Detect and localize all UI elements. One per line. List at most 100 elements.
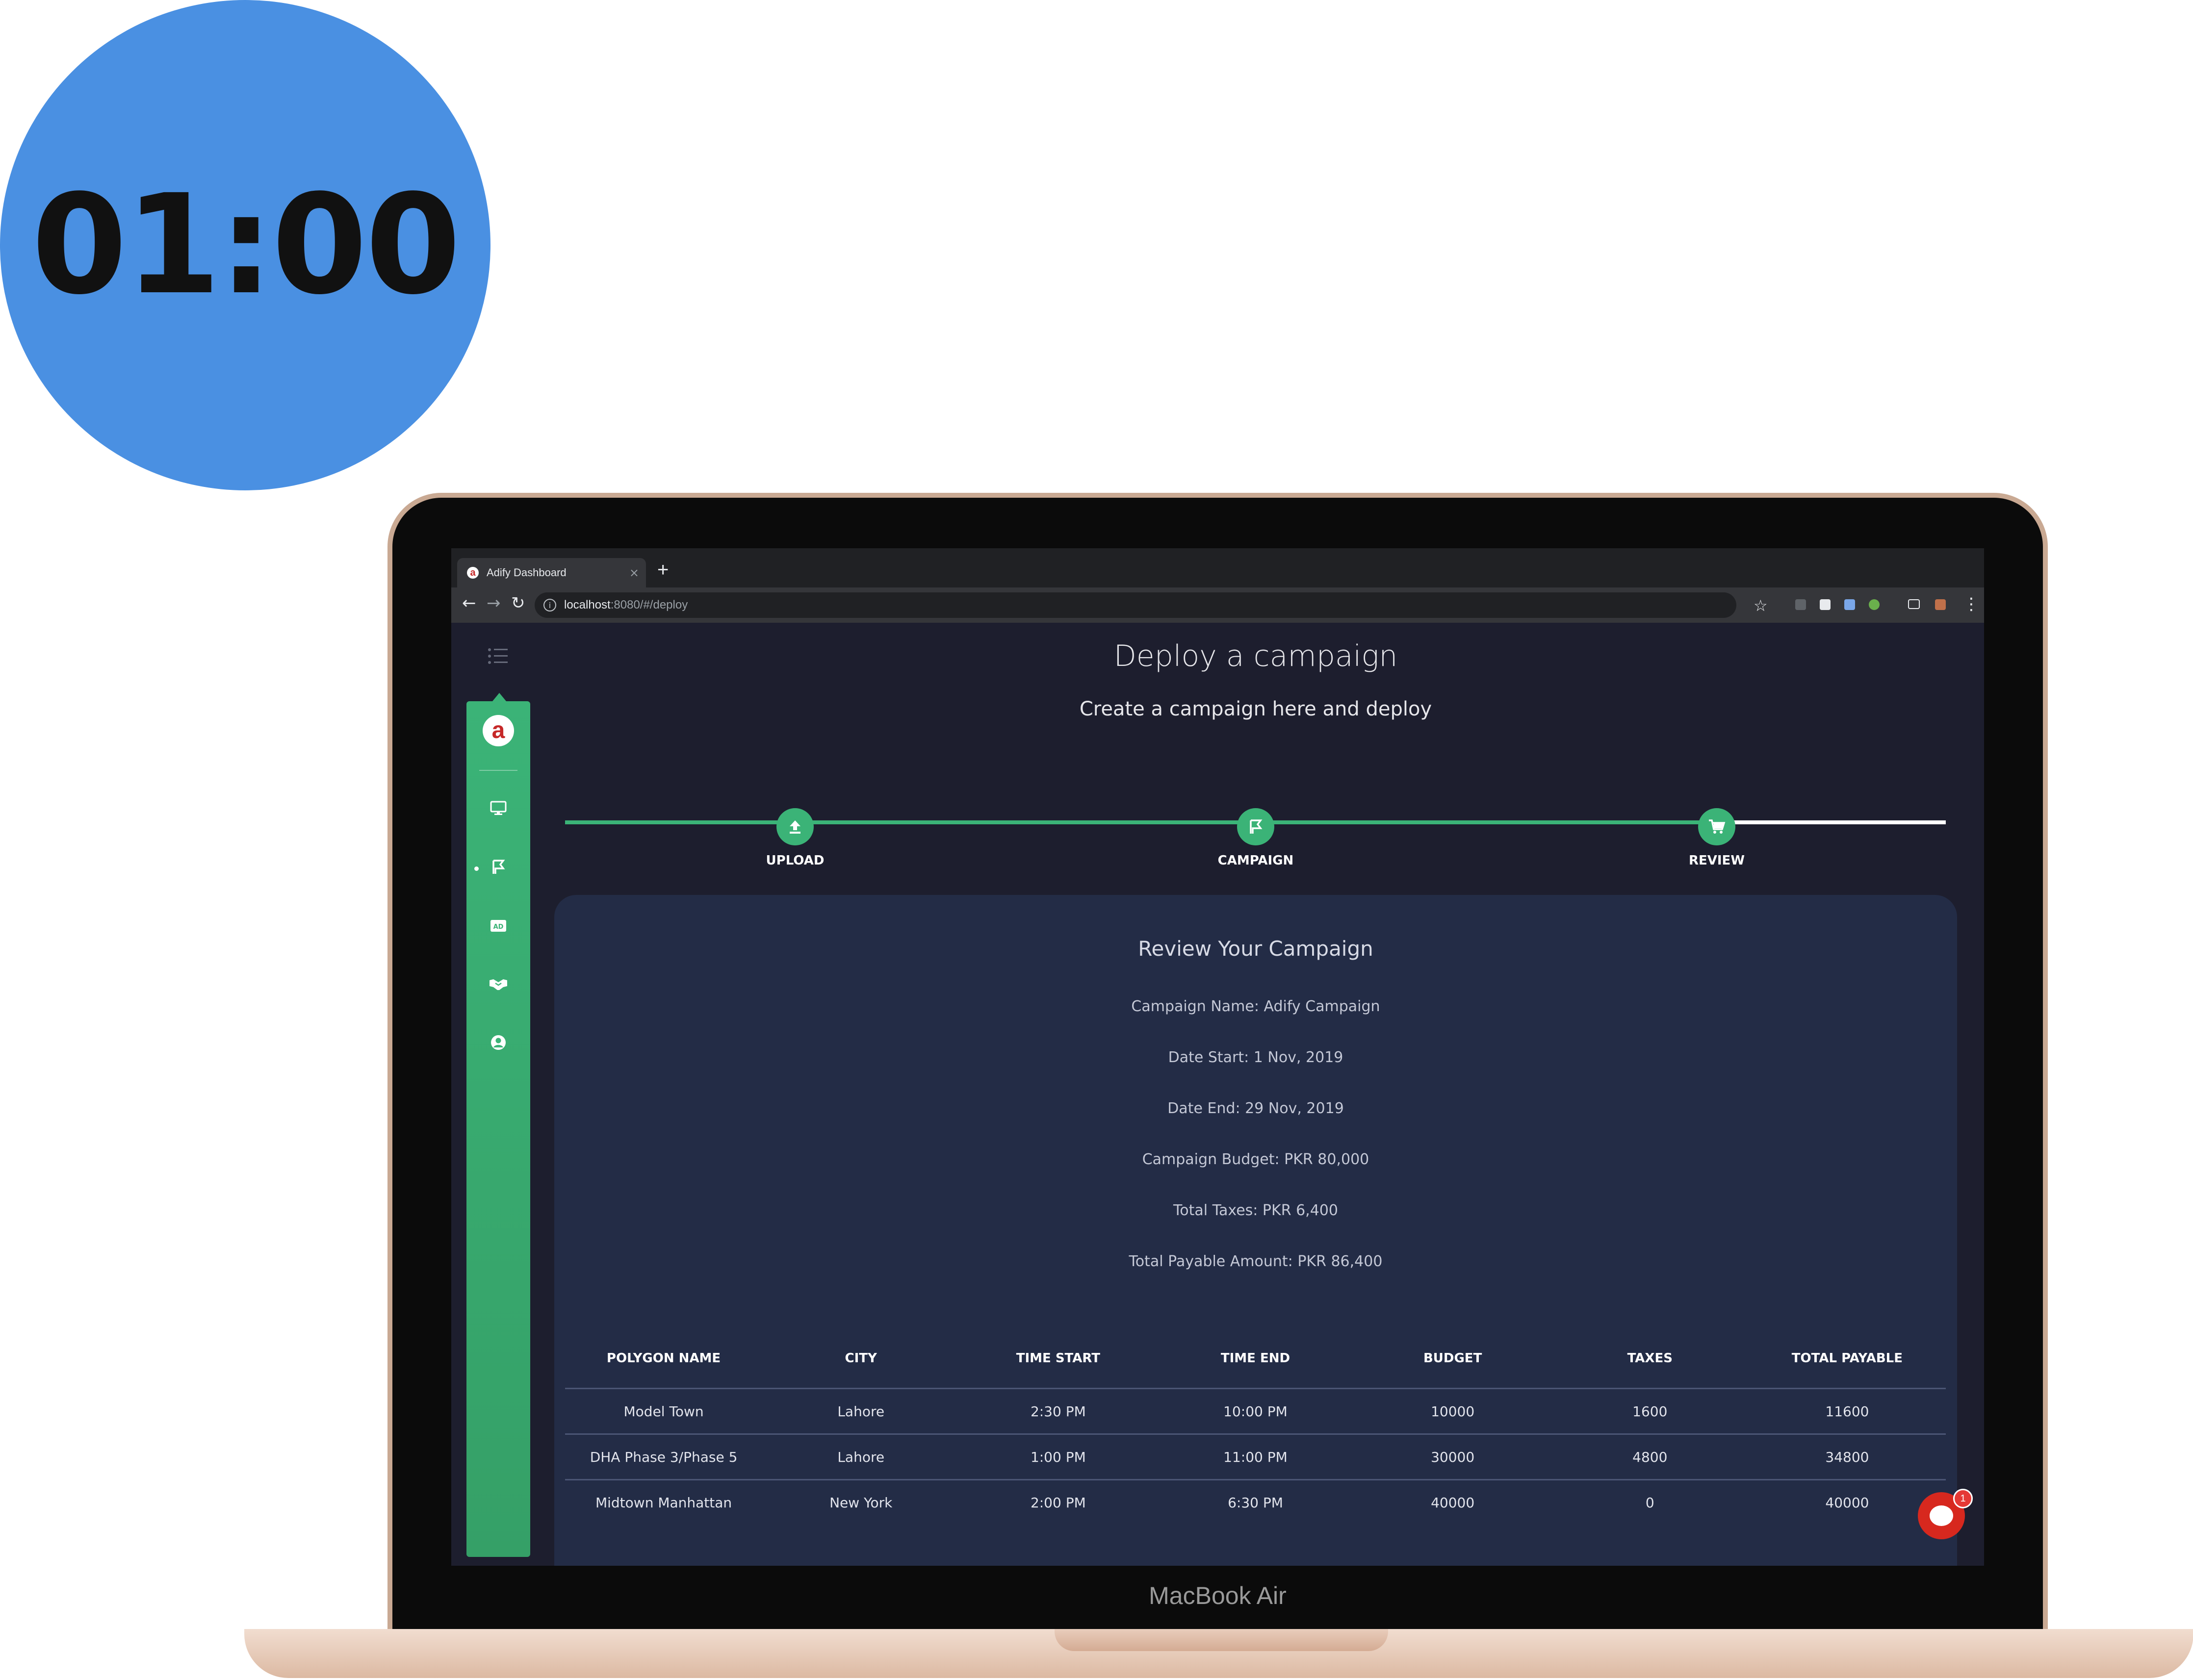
sidebar-divider	[479, 770, 517, 771]
table-cell: 11:00 PM	[1223, 1449, 1288, 1465]
main-content: Deploy a campaign Create a campaign here…	[549, 622, 1972, 1566]
table-cell: DHA Phase 3/Phase 5	[590, 1449, 738, 1465]
table-cell: 1600	[1632, 1403, 1668, 1420]
handshake-icon	[490, 979, 507, 990]
deploy-stepper: UPLOAD CAMPAIGN REVIEW	[565, 749, 1946, 868]
table-cell: 40000	[1431, 1494, 1475, 1511]
table-header: POLYGON NAME CITY TIME START TIME END BU…	[565, 1329, 1946, 1389]
table-cell: 10:00 PM	[1223, 1403, 1288, 1420]
flag-icon	[1250, 819, 1263, 834]
sidebar-item-profile[interactable]	[489, 1033, 508, 1052]
step-review[interactable]	[1698, 808, 1735, 845]
table-cell: Model Town	[623, 1403, 704, 1420]
menu-toggle-icon[interactable]	[488, 646, 508, 666]
timer-text: 01:00	[31, 165, 461, 325]
sidebar-item-partners[interactable]	[489, 974, 508, 993]
browser-toolbar: ← → ↻ i localhost:8080/#/deploy ☆ ⋮	[451, 587, 1984, 623]
review-title: Review Your Campaign	[1138, 937, 1373, 961]
active-indicator	[474, 866, 479, 871]
column-header: BUDGET	[1423, 1351, 1482, 1366]
detail-campaign-budget: Campaign Budget: PKR 80,000	[1142, 1151, 1369, 1168]
upload-icon	[790, 820, 800, 834]
table-cell: 0	[1645, 1494, 1654, 1511]
table-cell: 1:00 PM	[1030, 1449, 1086, 1465]
sidebar-caret	[492, 693, 506, 701]
browser-menu-icon[interactable]: ⋮	[1963, 594, 1980, 614]
table-row: Midtown Manhattan New York 2:00 PM 6:30 …	[565, 1480, 1946, 1525]
detail-campaign-name: Campaign Name: Adify Campaign	[1131, 998, 1380, 1015]
table-cell: 30000	[1431, 1449, 1475, 1465]
column-header: TIME END	[1220, 1351, 1290, 1366]
extension-icon[interactable]	[1844, 599, 1855, 610]
adify-logo[interactable]: a	[483, 715, 514, 746]
polygon-table: POLYGON NAME CITY TIME START TIME END BU…	[565, 1329, 1946, 1525]
column-header: POLYGON NAME	[606, 1351, 721, 1366]
table-cell: 34800	[1825, 1449, 1869, 1465]
chat-notification-badge: 1	[1953, 1489, 1973, 1508]
svg-text:AD: AD	[493, 923, 504, 931]
detail-total-payable: Total Payable Amount: PKR 86,400	[1129, 1253, 1383, 1270]
monitor-icon	[490, 801, 507, 815]
table-cell: 40000	[1825, 1494, 1869, 1511]
cart-icon	[1709, 819, 1726, 834]
column-header: CITY	[845, 1351, 877, 1366]
review-card: Review Your Campaign Campaign Name: Adif…	[554, 895, 1957, 1566]
column-header: TOTAL PAYABLE	[1791, 1351, 1903, 1366]
detail-total-taxes: Total Taxes: PKR 6,400	[1173, 1202, 1338, 1219]
browser-tabbar: a Adify Dashboard × +	[451, 548, 1984, 587]
bookmark-star-icon[interactable]: ☆	[1754, 596, 1768, 615]
table-cell: Lahore	[837, 1449, 885, 1465]
step-label-upload: UPLOAD	[766, 853, 825, 868]
stepper-remaining-line	[1718, 820, 1946, 824]
user-icon	[491, 1035, 506, 1050]
extension-icon[interactable]	[1795, 599, 1806, 610]
table-cell: 6:30 PM	[1228, 1494, 1283, 1511]
table-row: DHA Phase 3/Phase 5 Lahore 1:00 PM 11:00…	[565, 1435, 1946, 1480]
forward-arrow-icon[interactable]: →	[487, 593, 501, 613]
laptop-notch	[1055, 1629, 1388, 1651]
sidebar-item-campaign[interactable]	[489, 857, 508, 877]
extension-icon[interactable]	[1935, 599, 1946, 610]
extension-icon[interactable]	[1869, 599, 1880, 610]
table-cell: New York	[829, 1494, 893, 1511]
step-label-review: REVIEW	[1688, 853, 1745, 868]
stepper-progress-line	[565, 820, 1718, 824]
table-cell: 2:00 PM	[1030, 1494, 1086, 1511]
cast-icon[interactable]	[1908, 599, 1920, 609]
detail-date-end: Date End: 29 Nov, 2019	[1167, 1100, 1344, 1117]
timer-badge: 01:00	[0, 0, 490, 490]
ad-icon: AD	[490, 920, 506, 932]
extension-icon[interactable]	[1820, 599, 1831, 610]
step-upload[interactable]	[776, 808, 814, 845]
reload-icon[interactable]: ↻	[511, 593, 525, 613]
table-cell: 10000	[1431, 1403, 1475, 1420]
step-campaign[interactable]	[1237, 808, 1274, 845]
table-cell: 11600	[1825, 1403, 1869, 1420]
flag-icon	[492, 860, 505, 874]
table-cell: Lahore	[837, 1403, 885, 1420]
detail-date-start: Date Start: 1 Nov, 2019	[1168, 1049, 1343, 1066]
back-arrow-icon[interactable]: ←	[462, 593, 476, 613]
step-label-campaign: CAMPAIGN	[1217, 853, 1294, 868]
table-cell: 2:30 PM	[1030, 1403, 1086, 1420]
url-text: localhost:8080/#/deploy	[564, 598, 688, 611]
table-row: Model Town Lahore 2:30 PM 10:00 PM 10000…	[565, 1389, 1946, 1435]
device-brand: MacBook Air	[1149, 1582, 1287, 1609]
chat-bubble-icon	[1930, 1505, 1953, 1526]
table-cell: Midtown Manhattan	[595, 1494, 732, 1511]
page-title: Deploy a campaign	[1113, 639, 1398, 673]
sidebar: a AD	[466, 701, 530, 1557]
sidebar-item-dashboard[interactable]	[489, 798, 508, 818]
tab-title: Adify Dashboard	[487, 566, 567, 579]
screen: a Adify Dashboard × + ← → ↻ i localhost:…	[451, 548, 1984, 1566]
sidebar-item-ads[interactable]: AD	[489, 916, 508, 936]
tab-close-icon[interactable]: ×	[629, 566, 639, 580]
page-subtitle: Create a campaign here and deploy	[1079, 698, 1432, 720]
address-bar[interactable]: i localhost:8080/#/deploy	[535, 592, 1736, 618]
new-tab-button[interactable]: +	[657, 559, 669, 581]
adify-favicon-icon: a	[467, 567, 479, 579]
browser-tab[interactable]: a Adify Dashboard ×	[457, 558, 646, 587]
column-header: TAXES	[1627, 1351, 1673, 1366]
site-info-icon[interactable]: i	[543, 599, 556, 611]
column-header: TIME START	[1016, 1351, 1100, 1366]
